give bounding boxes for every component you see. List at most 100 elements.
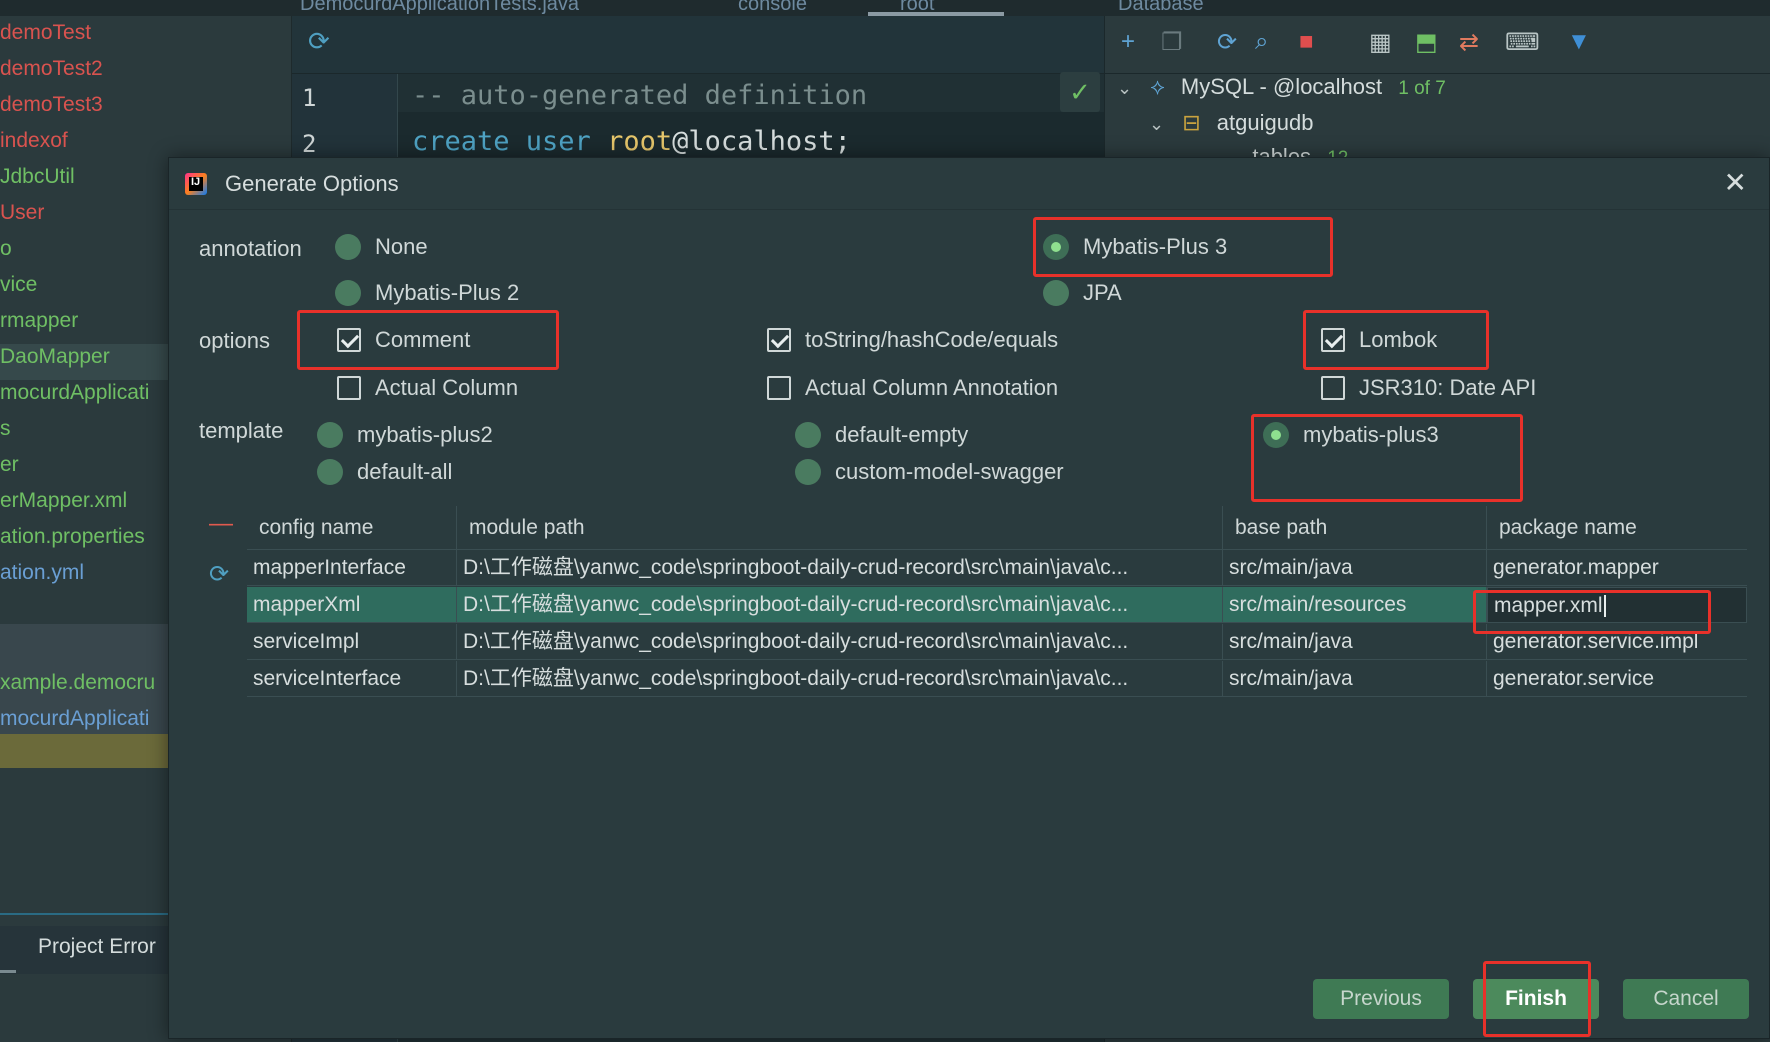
cell-base-path[interactable]: src/main/java (1223, 624, 1487, 660)
add-icon[interactable]: + (1121, 28, 1135, 56)
generate-options-dialog: IJ Generate Options ✕ annotation None My… (168, 157, 1770, 1039)
stop-icon[interactable]: ■ (1299, 28, 1314, 56)
tab-database[interactable]: Database (1118, 0, 1204, 16)
tree-item[interactable]: DaoMapper (0, 340, 110, 374)
cell-module-path[interactable]: D:\工作磁盘\yanwc_code\springboot-daily-crud… (457, 661, 1223, 697)
cell-package-name[interactable]: generator.mapper (1487, 550, 1747, 586)
filter-icon[interactable]: ▼ (1567, 28, 1591, 56)
radio-label: mybatis-plus3 (1303, 422, 1439, 447)
cancel-button[interactable]: Cancel (1623, 979, 1749, 1019)
remove-row-icon[interactable]: — (209, 510, 233, 538)
refresh-icon[interactable]: ⟳ (308, 26, 330, 57)
table-row-selected[interactable]: mapperXml D:\工作磁盘\yanwc_code\springboot-… (247, 587, 1747, 623)
tree-item[interactable]: rmapper (0, 304, 78, 338)
code-comment[interactable]: -- auto-generated definition (412, 80, 867, 111)
comment-checkbox[interactable]: Comment (337, 327, 470, 353)
tree-item[interactable]: vice (0, 268, 37, 302)
cell-package-name[interactable]: generator.service (1487, 661, 1747, 697)
cell-base-path[interactable]: src/main/java (1223, 661, 1487, 697)
tree-item[interactable]: demoTest3 (0, 88, 103, 122)
tostring-checkbox[interactable]: toString/hashCode/equals (767, 327, 1058, 353)
cell-module-path[interactable]: D:\工作磁盘\yanwc_code\springboot-daily-crud… (457, 624, 1223, 660)
column-header-package-name[interactable]: package name (1487, 506, 1747, 550)
tree-item[interactable]: ation.yml (0, 556, 84, 590)
tree-item[interactable]: mocurdApplicati (0, 702, 149, 736)
bottom-tab-project-errors[interactable]: Project Error (38, 935, 156, 959)
table-row[interactable]: mapperInterface D:\工作磁盘\yanwc_code\sprin… (247, 550, 1747, 586)
code-statement[interactable]: create user root@localhost; (412, 126, 851, 157)
cell-module-path[interactable]: D:\工作磁盘\yanwc_code\springboot-daily-crud… (457, 587, 1223, 623)
actual-column-checkbox[interactable]: Actual Column (337, 375, 518, 401)
annotation-jpa-radio[interactable]: JPA (1043, 280, 1122, 306)
tab-test-file[interactable]: DemocurdApplicationTests.java (300, 0, 579, 16)
lombok-checkbox[interactable]: Lombok (1321, 327, 1437, 353)
reset-icon[interactable]: ⟳ (209, 560, 229, 589)
cell-module-path[interactable]: D:\工作磁盘\yanwc_code\springboot-daily-crud… (457, 550, 1223, 586)
compare-icon[interactable]: ⇄ (1459, 28, 1479, 57)
tree-item[interactable]: demoTest (0, 16, 91, 50)
cell-config-name[interactable]: mapperInterface (247, 550, 457, 586)
previous-button[interactable]: Previous (1313, 979, 1449, 1019)
annotation-label: annotation (199, 236, 302, 261)
package-name-input[interactable]: mapper.xml (1494, 594, 1603, 617)
line-number: 1 (302, 84, 317, 112)
column-header-module-path[interactable]: module path (457, 506, 1223, 550)
tables-label: tables (1252, 144, 1312, 158)
finish-button[interactable]: Finish (1473, 979, 1599, 1019)
radio-icon (335, 280, 361, 306)
schema-search-icon[interactable]: ⌕ (1255, 28, 1268, 56)
template-mp2-radio[interactable]: mybatis-plus2 (317, 422, 493, 448)
cell-base-path[interactable]: src/main/java (1223, 550, 1487, 586)
tree-item[interactable]: ation.properties (0, 520, 145, 554)
db-schema-node[interactable]: ⌄ ⊟ atguigudb (1149, 110, 1313, 136)
tree-item[interactable]: er (0, 448, 19, 482)
annotation-none-radio[interactable]: None (335, 234, 428, 260)
table-icon[interactable]: ▦ (1369, 28, 1392, 57)
tree-item[interactable]: s (0, 412, 11, 446)
jsr310-checkbox[interactable]: JSR310: Date API (1321, 375, 1536, 401)
tree-item[interactable]: demoTest2 (0, 52, 103, 86)
table-row[interactable]: serviceInterface D:\工作磁盘\yanwc_code\spri… (247, 661, 1747, 697)
tree-item[interactable]: User (0, 196, 44, 230)
checkbox-label: Actual Column (375, 375, 519, 400)
chevron-down-icon: ⌄ (1117, 78, 1133, 98)
actual-column-annotation-checkbox[interactable]: Actual Column Annotation (767, 375, 1058, 401)
refresh-icon[interactable]: ⟳ (1217, 28, 1237, 57)
console-icon[interactable]: ⌨ (1505, 28, 1540, 57)
checkbox-label: Lombok (1359, 327, 1438, 352)
export-icon[interactable]: ⬒ (1415, 28, 1438, 57)
close-icon[interactable]: ✕ (1724, 166, 1747, 199)
table-row[interactable]: serviceImpl D:\工作磁盘\yanwc_code\springboo… (247, 624, 1747, 660)
radio-icon (317, 459, 343, 485)
schema-icon: ⊟ (1182, 110, 1201, 135)
cell-config-name[interactable]: serviceInterface (247, 661, 457, 697)
template-default-empty-radio[interactable]: default-empty (795, 422, 968, 448)
annotation-mp2-radio[interactable]: Mybatis-Plus 2 (335, 280, 519, 306)
tree-item[interactable]: o (0, 232, 12, 266)
template-swagger-radio[interactable]: custom-model-swagger (795, 459, 1064, 485)
template-default-all-radio[interactable]: default-all (317, 459, 452, 485)
annotation-mp3-radio[interactable]: Mybatis-Plus 3 (1043, 234, 1227, 260)
tree-item[interactable]: erMapper.xml (0, 484, 127, 518)
tree-item[interactable]: xample.democru (0, 666, 155, 700)
mysql-icon: ⟡ (1150, 74, 1165, 99)
cell-base-path[interactable]: src/main/resources (1223, 587, 1487, 623)
copy-icon[interactable]: ❐ (1161, 28, 1183, 57)
db-connection-node[interactable]: ⌄ ⟡ MySQL - @localhost 1 of 7 (1117, 74, 1446, 100)
cell-package-name[interactable]: generator.service.impl (1487, 624, 1747, 660)
cell-config-name[interactable]: mapperXml (247, 587, 457, 623)
package-name-editor[interactable]: mapper.xml (1487, 587, 1747, 623)
template-mp3-radio[interactable]: mybatis-plus3 (1263, 422, 1439, 448)
tree-item[interactable]: indexof (0, 124, 68, 158)
tree-item[interactable]: JdbcUtil (0, 160, 75, 194)
radio-icon (795, 422, 821, 448)
column-header-base-path[interactable]: base path (1223, 506, 1487, 550)
checkmark-icon: ✓ (1060, 72, 1100, 112)
column-header-config-name[interactable]: config name (247, 506, 457, 550)
radio-label: Mybatis-Plus 2 (375, 280, 520, 305)
tab-console[interactable]: console (738, 0, 807, 16)
cell-config-name[interactable]: serviceImpl (247, 624, 457, 660)
tree-item[interactable]: mocurdApplicati (0, 376, 149, 410)
db-tables-node[interactable]: ⌄ ▬ tables 12 (1181, 144, 1348, 158)
radio-label: None (375, 234, 428, 259)
